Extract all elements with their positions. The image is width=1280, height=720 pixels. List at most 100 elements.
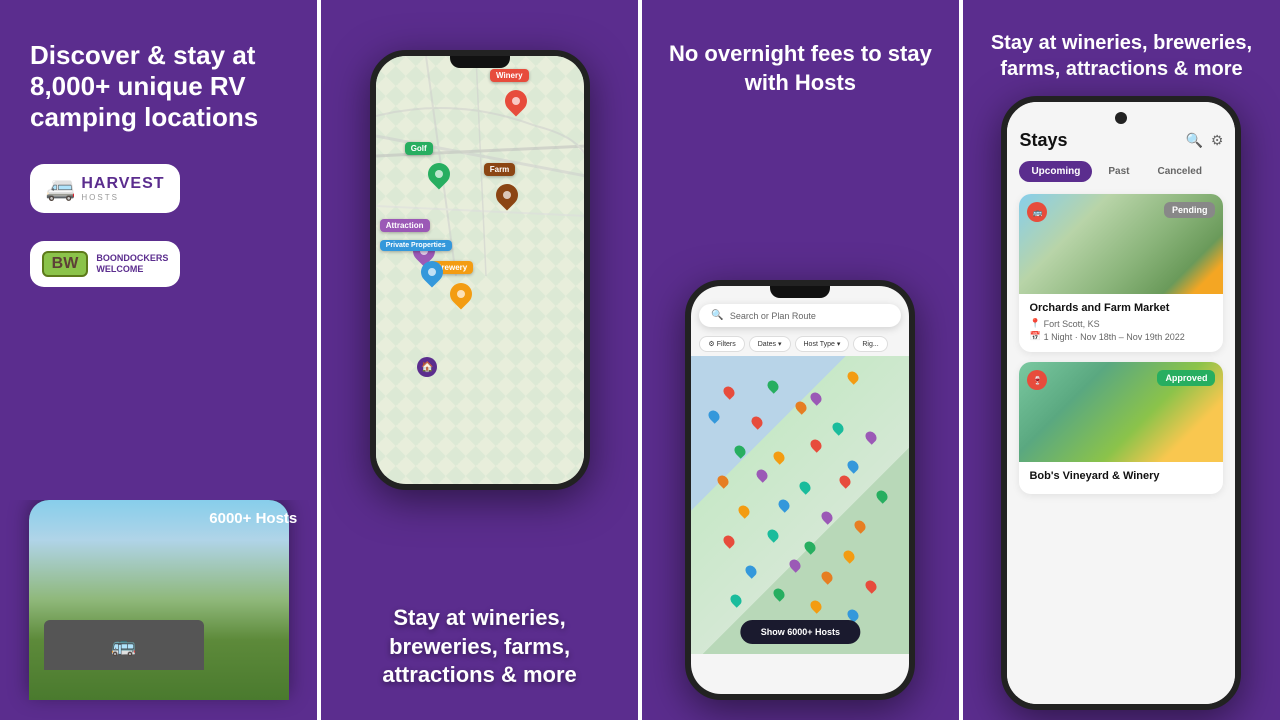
stay-card-2[interactable]: Approved 🍷 Bob's Vineyard & Winery bbox=[1019, 362, 1223, 494]
map-dot bbox=[819, 569, 835, 585]
tab-past[interactable]: Past bbox=[1096, 161, 1141, 182]
map-home-pin: 🏠 bbox=[417, 357, 437, 377]
panel-4: Stay at wineries, breweries, farms, attr… bbox=[963, 0, 1280, 720]
map-view: Winery Golf Farm Attraction Brewery Priv… bbox=[376, 56, 584, 484]
stay-dates-1: 📅 1 Night · Nov 18th – Nov 19th 2022 bbox=[1029, 331, 1213, 342]
panel3-heading: No overnight fees to stay with Hosts bbox=[662, 40, 939, 97]
search-icon[interactable]: 🔍 bbox=[1185, 132, 1202, 149]
bw-badge: BW bbox=[42, 251, 89, 277]
panel4-heading: Stay at wineries, breweries, farms, attr… bbox=[983, 30, 1260, 82]
panel2-phone: Winery Golf Farm Attraction Brewery Priv… bbox=[370, 50, 590, 490]
tab-canceled[interactable]: Canceled bbox=[1145, 161, 1213, 182]
header-icons: 🔍 ⚙ bbox=[1185, 132, 1223, 149]
map3: Show 6000+ Hosts bbox=[691, 356, 909, 654]
map-dot bbox=[787, 557, 803, 573]
phone4-content: Stays 🔍 ⚙ Upcoming Past Canceled Pending… bbox=[1007, 102, 1235, 704]
map-dot bbox=[852, 518, 868, 534]
panel2-line3: attractions & more bbox=[382, 662, 576, 687]
map-dots-container bbox=[691, 356, 909, 654]
panel-1: Discover & stay at 8,000+ unique RV camp… bbox=[0, 0, 317, 720]
filter-chip-rig[interactable]: Rig... bbox=[853, 336, 887, 352]
stay-location-1: 📍 Fort Scott, KS bbox=[1029, 318, 1213, 329]
panel-2: Winery Golf Farm Attraction Brewery Priv… bbox=[321, 0, 638, 720]
filter-chip-dates[interactable]: Dates ▾ bbox=[749, 336, 791, 352]
map-dot bbox=[863, 578, 879, 594]
map-dot bbox=[771, 450, 787, 466]
hosts-count: 6000+ Hosts bbox=[209, 510, 297, 527]
harvest-hosts-logo[interactable]: 🚐 HARVEST HOSTS bbox=[30, 164, 180, 213]
stay-card-2-info: Bob's Vineyard & Winery bbox=[1019, 462, 1223, 494]
map-dot bbox=[793, 399, 809, 415]
map-dot bbox=[776, 497, 792, 513]
stay-card-2-image: Approved 🍷 bbox=[1019, 362, 1223, 462]
map-dot bbox=[809, 390, 825, 406]
map-dot bbox=[750, 414, 766, 430]
phone3-notch bbox=[770, 286, 830, 298]
map-dot bbox=[728, 593, 744, 609]
farm-label: Farm bbox=[484, 163, 516, 176]
tabs-row: Upcoming Past Canceled bbox=[1019, 161, 1223, 182]
map-dot bbox=[771, 587, 787, 603]
stay-name-2: Bob's Vineyard & Winery bbox=[1029, 470, 1213, 482]
winery-label: Winery bbox=[490, 69, 529, 82]
map-dot bbox=[737, 503, 753, 519]
attraction-label: Attraction bbox=[380, 219, 430, 232]
harvest-sub: HOSTS bbox=[81, 193, 164, 202]
boondockers-logo[interactable]: BW BOONDOCKERSWELCOME bbox=[30, 241, 180, 287]
map-dot bbox=[721, 384, 737, 400]
search-text: Search or Plan Route bbox=[730, 311, 816, 321]
search-bar[interactable]: 🔍 Search or Plan Route bbox=[699, 304, 901, 327]
phone4-notch bbox=[1115, 112, 1127, 124]
settings-icon[interactable]: ⚙ bbox=[1211, 132, 1224, 149]
boondockers-text: BOONDOCKERSWELCOME bbox=[96, 253, 168, 275]
panel2-bottom-text: Stay at wineries, breweries, farms, attr… bbox=[321, 604, 638, 690]
approved-badge: Approved bbox=[1157, 370, 1215, 386]
map-dot bbox=[765, 527, 781, 543]
stay-card-1[interactable]: Pending 🚌 Orchards and Farm Market 📍 For… bbox=[1019, 194, 1223, 352]
map-dot bbox=[765, 378, 781, 394]
show-hosts-button[interactable]: Show 6000+ Hosts bbox=[741, 620, 860, 644]
phone3-content: 🔍 Search or Plan Route ⚙ Filters Dates ▾… bbox=[691, 286, 909, 694]
filter-chip-filters[interactable]: ⚙ Filters bbox=[699, 336, 744, 352]
panel1-heading: Discover & stay at 8,000+ unique RV camp… bbox=[30, 40, 287, 134]
map-dot bbox=[754, 467, 770, 483]
panel-3: No overnight fees to stay with Hosts 🔍 S… bbox=[642, 0, 959, 720]
phone-notch bbox=[450, 56, 510, 68]
map-dot bbox=[798, 479, 814, 495]
map-dot bbox=[830, 420, 846, 436]
stay-card-1-image: Pending 🚌 bbox=[1019, 194, 1223, 294]
panel2-line1: Stay at wineries, bbox=[393, 605, 565, 630]
map-dot bbox=[715, 473, 731, 489]
bottom-phone-mockup: 🚌 bbox=[29, 500, 289, 700]
golf-label: Golf bbox=[405, 142, 433, 155]
panel2-line2: breweries, farms, bbox=[389, 634, 570, 659]
map-dot bbox=[846, 369, 862, 385]
map-dot bbox=[846, 459, 862, 475]
map-dot bbox=[841, 548, 857, 564]
stay-card-1-info: Orchards and Farm Market 📍 Fort Scott, K… bbox=[1019, 294, 1223, 352]
pending-badge: Pending bbox=[1164, 202, 1216, 218]
private-label: Private Properties bbox=[380, 240, 452, 251]
map-dot bbox=[743, 563, 759, 579]
map-dot bbox=[706, 408, 722, 424]
map-roads-svg bbox=[376, 56, 584, 484]
stays-title: Stays bbox=[1019, 130, 1067, 151]
map-dot bbox=[863, 429, 879, 445]
panel4-phone: Stays 🔍 ⚙ Upcoming Past Canceled Pending… bbox=[1001, 96, 1241, 710]
stay-name-1: Orchards and Farm Market bbox=[1029, 302, 1213, 314]
map-dot bbox=[809, 599, 825, 615]
map-dot bbox=[819, 509, 835, 525]
map-dot bbox=[732, 444, 748, 460]
filter-bar: ⚙ Filters Dates ▾ Host Type ▾ Rig... bbox=[699, 336, 901, 352]
map-dot bbox=[809, 438, 825, 454]
panel3-phone: 🔍 Search or Plan Route ⚙ Filters Dates ▾… bbox=[685, 280, 915, 700]
harvest-text: HARVEST bbox=[81, 175, 164, 193]
tab-upcoming[interactable]: Upcoming bbox=[1019, 161, 1092, 182]
filter-chip-host-type[interactable]: Host Type ▾ bbox=[795, 336, 850, 352]
search-icon: 🔍 bbox=[711, 310, 723, 321]
map-dot bbox=[837, 473, 853, 489]
map-dot bbox=[874, 488, 890, 504]
map-dot bbox=[721, 533, 737, 549]
stays-header: Stays 🔍 ⚙ bbox=[1019, 130, 1223, 151]
map-dot bbox=[802, 539, 818, 555]
